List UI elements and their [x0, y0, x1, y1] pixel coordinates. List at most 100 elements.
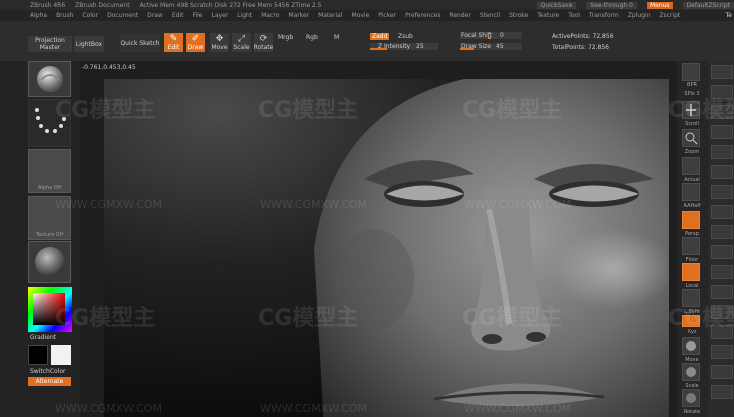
menu-item-preferences[interactable]: Preferences	[405, 12, 440, 19]
sculpted-head-model	[314, 79, 669, 417]
menu-item-stroke[interactable]: Stroke	[509, 12, 528, 19]
watermark-url: WWW.CGMXW.COM	[464, 402, 572, 415]
menu-item-file[interactable]: File	[192, 12, 202, 19]
watermark-logo: CG模型主	[258, 98, 359, 123]
mrgb-label[interactable]: Mrgb	[278, 34, 293, 41]
focal-shift-knob	[488, 37, 491, 39]
rotate-button[interactable]: ⟳ Rotate	[254, 33, 273, 52]
switch-color-button[interactable]: SwitchColor	[30, 368, 66, 375]
quick-sketch-button[interactable]: Quick Sketch	[120, 34, 160, 52]
document-viewport[interactable]	[104, 79, 669, 417]
menu-item-zplugin[interactable]: Zplugin	[628, 12, 651, 19]
subpalette-button[interactable]	[711, 145, 733, 159]
menu-item-transform[interactable]: Transform	[589, 12, 619, 19]
z-intensity-fill	[370, 48, 387, 50]
move-view-icon	[686, 341, 696, 351]
watermark-url: WWW.CGMXW.COM	[55, 402, 163, 415]
rotate-view-button[interactable]	[682, 389, 700, 407]
menu-item-draw[interactable]: Draw	[147, 12, 163, 19]
actual-button[interactable]	[682, 157, 700, 175]
local-button[interactable]	[682, 263, 700, 281]
alpha-thumbnail[interactable]: Alpha Off	[28, 149, 71, 193]
subpalette-button[interactable]	[711, 285, 733, 299]
alternate-button[interactable]: Alternate	[28, 377, 71, 386]
watermark-logo: CG模型主	[55, 306, 156, 331]
subpalette-button[interactable]	[711, 365, 733, 379]
draw-size-slider[interactable]: Draw Size 45	[460, 43, 522, 50]
m-label[interactable]: M	[334, 34, 339, 41]
menu-item-texture[interactable]: Texture	[537, 12, 559, 19]
scale-view-button[interactable]	[682, 363, 700, 381]
zoom-icon	[685, 132, 698, 145]
menu-item-picker[interactable]: Picker	[378, 12, 396, 19]
move-view-button[interactable]	[682, 337, 700, 355]
default-zscript-button[interactable]: DefaultZScript	[682, 1, 734, 9]
menu-item-light[interactable]: Light	[237, 12, 252, 19]
lightbox-button[interactable]: LightBox	[74, 36, 104, 52]
projection-master-button[interactable]: Projection Master	[28, 36, 72, 52]
focal-shift-slider[interactable]: Focal Shift 0	[460, 32, 522, 39]
subpalette-button[interactable]	[711, 125, 733, 139]
watermark-logo: CG模型主	[668, 98, 734, 123]
menu-bar: Alpha Brush Color Document Draw Edit Fil…	[0, 10, 734, 21]
menu-item-brush[interactable]: Brush	[56, 12, 73, 19]
menu-item-document[interactable]: Document	[107, 12, 138, 19]
aahalf-label: AAHalf	[683, 203, 701, 209]
floor-button[interactable]	[682, 237, 700, 255]
rotate-view-label: Rotate	[683, 409, 701, 415]
menu-item-material[interactable]: Material	[318, 12, 342, 19]
menu-item-stencil[interactable]: Stencil	[480, 12, 500, 19]
scale-button[interactable]: ⤢ Scale	[232, 33, 251, 52]
canvas-area[interactable]: -0.761,0.453,0.45	[80, 61, 677, 417]
rgb-label[interactable]: Rgb	[306, 34, 318, 41]
menu-item-render[interactable]: Render	[449, 12, 470, 19]
subpalette-button[interactable]	[711, 345, 733, 359]
rotate-view-icon	[686, 393, 696, 403]
bpr-button[interactable]	[682, 63, 700, 81]
zsub-button[interactable]: Zsub	[398, 33, 413, 40]
texture-off-caption: Texture Off	[35, 232, 64, 238]
material-thumbnail[interactable]	[28, 241, 71, 283]
subpalette-button[interactable]	[711, 245, 733, 259]
menu-item-alpha[interactable]: Alpha	[30, 12, 47, 19]
draw-button[interactable]: ✐ Draw	[186, 33, 205, 52]
draw-label: Draw	[187, 44, 204, 51]
zoom-label: Zoom	[684, 149, 700, 155]
menu-item-edit[interactable]: Edit	[172, 12, 184, 19]
menu-item-layer[interactable]: Layer	[212, 12, 229, 19]
menu-item-macro[interactable]: Macro	[261, 12, 279, 19]
gradient-label[interactable]: Gradient	[30, 334, 56, 341]
aahalf-button[interactable]	[682, 183, 700, 201]
menu-item-marker[interactable]: Marker	[288, 12, 309, 19]
subpalette-button[interactable]	[711, 265, 733, 279]
menus-button[interactable]: Menus	[646, 1, 673, 9]
draw-icon: ✐	[191, 34, 200, 44]
watermark-logo: CG模型主	[55, 98, 156, 123]
document-title: ZBrush Document	[75, 1, 130, 9]
zadd-button[interactable]: Zadd	[370, 33, 390, 40]
subpalette-button[interactable]	[711, 65, 733, 79]
zoom-button[interactable]	[682, 129, 700, 147]
watermark-url: WWW.CGMXW.COM	[260, 402, 368, 415]
draw-size-fill	[460, 48, 474, 50]
subpalette-button[interactable]	[711, 185, 733, 199]
z-intensity-slider[interactable]: Z Intensity 25	[370, 43, 438, 50]
persp-button[interactable]	[682, 211, 700, 229]
main-color-swatch[interactable]	[51, 345, 71, 365]
menu-item-overflow[interactable]: Te	[726, 12, 732, 19]
menu-item-color[interactable]: Color	[82, 12, 98, 19]
subpalette-button[interactable]	[711, 385, 733, 399]
subpalette-button[interactable]	[711, 165, 733, 179]
quicksave-button[interactable]: QuickSave	[536, 1, 577, 9]
menu-item-tool[interactable]: Tool	[568, 12, 580, 19]
menu-item-movie[interactable]: Movie	[352, 12, 370, 19]
active-points-readout: ActivePoints: 72,856	[552, 33, 614, 40]
subpalette-button[interactable]	[711, 225, 733, 239]
see-through-slider[interactable]: See-through 0	[586, 1, 637, 9]
edit-button[interactable]: ✎ Edit	[164, 33, 183, 52]
menu-item-zscript[interactable]: Zscript	[659, 12, 680, 19]
subpalette-button[interactable]	[711, 205, 733, 219]
move-button[interactable]: ✥ Move	[210, 33, 229, 52]
cursor-coordinates: -0.761,0.453,0.45	[82, 64, 136, 71]
secondary-color-swatch[interactable]	[28, 345, 48, 365]
